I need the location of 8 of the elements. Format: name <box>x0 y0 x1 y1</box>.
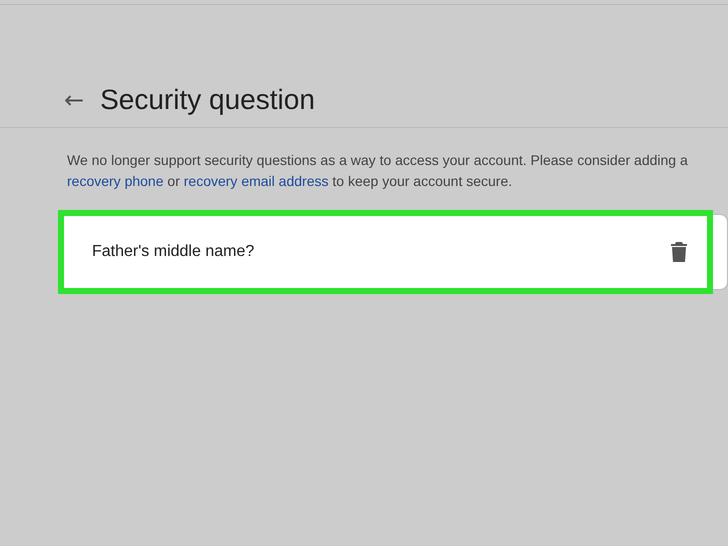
delete-button[interactable] <box>671 242 687 262</box>
recovery-link[interactable]: recovery phone <box>67 173 164 189</box>
question-text: Father's middle name? <box>92 243 254 261</box>
trash-icon <box>671 242 687 262</box>
recovery-link[interactable]: recovery email address <box>184 173 328 189</box>
page-title: Security question <box>100 84 315 116</box>
notice-text: We no longer support security questions as a way to access your account. Please consider adding a recovery phone or recovery email address to keep your account secure. <box>67 151 689 191</box>
back-button[interactable]: ← <box>64 88 84 112</box>
